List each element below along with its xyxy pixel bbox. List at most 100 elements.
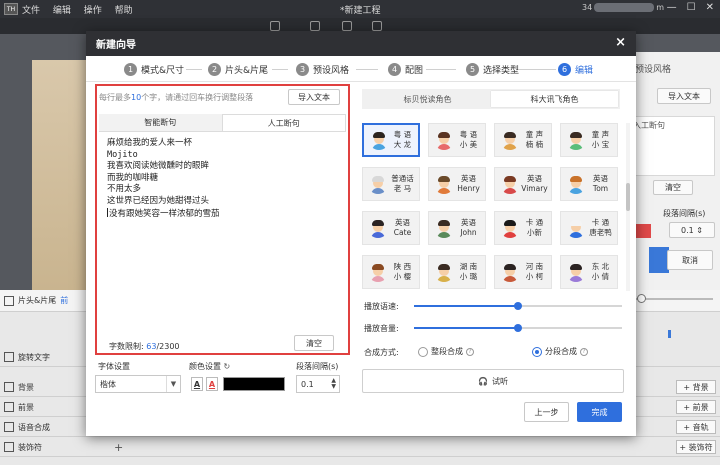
export-icon[interactable] bbox=[372, 21, 382, 31]
voice-card[interactable]: 粤 语大 龙 bbox=[362, 123, 420, 157]
sentence-break-tabs: 智能断句 人工断句 bbox=[99, 114, 346, 132]
voice-card[interactable]: 东 北小 倩 bbox=[560, 255, 618, 289]
text-icon bbox=[4, 352, 14, 362]
voice-card[interactable]: 陕 西小 樱 bbox=[362, 255, 420, 289]
voice-avatar-icon bbox=[500, 130, 520, 150]
timeline-head-label[interactable]: 片头&片尾前 bbox=[4, 295, 68, 306]
tab-biaobei-voices[interactable]: 标贝悦读角色 bbox=[364, 91, 491, 107]
panel-tab-preset-style[interactable]: 预设风格 bbox=[635, 62, 671, 75]
listen-button[interactable]: 🎧 试听 bbox=[362, 369, 624, 393]
step-preset-style[interactable]: 3 预设风格 bbox=[296, 63, 349, 76]
font-color-button[interactable]: A bbox=[191, 377, 203, 391]
step-images[interactable]: 4 配图 bbox=[388, 63, 423, 76]
voice-avatar-icon bbox=[434, 218, 454, 238]
open-icon[interactable] bbox=[310, 21, 320, 31]
maximize-icon[interactable]: ☐ bbox=[687, 2, 696, 13]
panel-clear-button[interactable]: 清空 bbox=[653, 180, 693, 195]
menu-operate[interactable]: 操作 bbox=[84, 6, 102, 16]
tab-iflytek-voices[interactable]: 科大讯飞角色 bbox=[491, 91, 618, 107]
voice-name: 英语 Cate bbox=[393, 218, 412, 237]
text-line: 而我的咖啡糖 bbox=[107, 172, 159, 183]
voice-card[interactable]: 湖 南小 璐 bbox=[428, 255, 486, 289]
text-color-swatch[interactable] bbox=[223, 377, 285, 391]
color-setting-label: 颜色设置 ↻ bbox=[189, 362, 231, 371]
voice-avatar-icon bbox=[368, 174, 388, 194]
voice-name: 英语 John bbox=[460, 218, 477, 237]
properties-panel: 预设风格 导入文本 入工断句 清空 段落间隔(s) 0.1 ⇕ 取消 bbox=[622, 52, 720, 292]
text-line: 我喜欢阅读她微醺时的眼眸 bbox=[107, 161, 210, 172]
paragraph-spacing-input[interactable]: 0.1 ▲ ▼ bbox=[296, 375, 340, 393]
panel-cancel-button[interactable]: 取消 bbox=[667, 250, 713, 270]
voice-name: 湖 南小 璐 bbox=[459, 262, 478, 281]
close-window-icon[interactable]: ✕ bbox=[706, 2, 714, 13]
voice-card[interactable]: 卡 通唐老鸭 bbox=[560, 211, 618, 245]
app-logo: TH bbox=[4, 3, 18, 15]
highlight-color-button[interactable]: A bbox=[206, 377, 218, 391]
voice-avatar-icon bbox=[566, 262, 586, 282]
panel-spacing-input[interactable]: 0.1 ⇕ bbox=[669, 222, 715, 238]
finish-button[interactable]: 完成 bbox=[577, 402, 622, 422]
add-foreground-button[interactable]: + 前景 bbox=[676, 400, 716, 414]
refresh-icon: ↻ bbox=[223, 362, 231, 371]
import-text-button[interactable]: 导入文本 bbox=[288, 89, 340, 105]
voice-card[interactable]: 英语 Vimary bbox=[494, 167, 552, 201]
step-intro-outro[interactable]: 2 片头&片尾 bbox=[208, 63, 268, 76]
menu-help[interactable]: 帮助 bbox=[115, 6, 133, 16]
panel-import-button[interactable]: 导入文本 bbox=[657, 88, 711, 104]
step-select-type[interactable]: 5 选择类型 bbox=[466, 63, 519, 76]
clear-text-button[interactable]: 清空 bbox=[294, 335, 334, 351]
tab-manual-break[interactable]: 人工断句 bbox=[221, 114, 346, 131]
step-edit[interactable]: 6 编辑 bbox=[558, 63, 593, 76]
timeline-zoom-knob[interactable] bbox=[637, 294, 646, 303]
step-mode-size[interactable]: 1 模式&尺寸 bbox=[124, 63, 184, 76]
radio-segment-synthesis[interactable]: 分段合成? bbox=[532, 346, 588, 357]
voice-card[interactable]: 英语 John bbox=[428, 211, 486, 245]
voice-card[interactable]: 河 南小 柯 bbox=[494, 255, 552, 289]
voice-card[interactable]: 英语 Tom bbox=[560, 167, 618, 201]
foreground-icon bbox=[4, 402, 14, 412]
voice-card[interactable]: 粤 语小 美 bbox=[428, 123, 486, 157]
voice-card[interactable]: 卡 通小新 bbox=[494, 211, 552, 245]
menu-file[interactable]: 文件 bbox=[22, 6, 40, 16]
volume-slider-knob[interactable] bbox=[514, 324, 522, 332]
account-info[interactable]: 34 m bbox=[582, 3, 664, 12]
font-select[interactable]: 楷体 ▼ bbox=[95, 375, 181, 393]
radio-whole-synthesis[interactable]: 整段合成? bbox=[418, 346, 474, 357]
voice-card[interactable]: 童 声小 宝 bbox=[560, 123, 618, 157]
add-audio-track-button[interactable]: + 音轨 bbox=[676, 420, 716, 434]
dialog-title: 新建向导 bbox=[96, 40, 136, 51]
voice-avatar-icon bbox=[434, 174, 454, 194]
text-line: 这世界已经因为她甜得过头 bbox=[107, 195, 210, 206]
add-track-plus-icon[interactable]: + bbox=[114, 441, 123, 454]
volume-slider[interactable] bbox=[414, 324, 622, 332]
panel-text-box[interactable]: 入工断句 bbox=[629, 116, 715, 176]
tab-smart-break[interactable]: 智能断句 bbox=[99, 114, 222, 131]
home-icon[interactable] bbox=[270, 21, 280, 31]
voice-provider-tabs: 标贝悦读角色 科大讯飞角色 bbox=[362, 89, 620, 109]
close-icon[interactable]: × bbox=[615, 35, 626, 50]
voice-name: 童 声楠 楠 bbox=[525, 130, 544, 149]
voice-avatar-icon bbox=[500, 174, 520, 194]
voice-avatar-icon bbox=[434, 130, 454, 150]
voice-name: 英语 Vimary bbox=[521, 174, 548, 193]
lyrics-textarea[interactable]: 麻烦给我的爱人来一杯 Mojito 我喜欢阅读她微醺时的眼眸 而我的咖啡糖 不用… bbox=[99, 134, 346, 319]
preview-image bbox=[32, 60, 88, 290]
track-decorator: 装饰符 + + 装饰符 bbox=[0, 438, 720, 457]
voice-avatar-icon bbox=[500, 218, 520, 238]
menu-edit[interactable]: 编辑 bbox=[53, 6, 71, 16]
voice-grid-scrollbar[interactable] bbox=[626, 123, 630, 291]
panel-confirm-button[interactable] bbox=[649, 247, 669, 273]
minimize-icon[interactable]: — bbox=[667, 2, 677, 13]
char-count: 字数限制: 63/2300 bbox=[109, 342, 180, 351]
speed-slider[interactable] bbox=[414, 302, 622, 310]
previous-step-button[interactable]: 上一步 bbox=[524, 402, 569, 422]
playhead[interactable] bbox=[668, 330, 671, 338]
voice-card[interactable]: 英语 Cate bbox=[362, 211, 420, 245]
speed-slider-knob[interactable] bbox=[514, 302, 522, 310]
add-background-button[interactable]: + 背景 bbox=[676, 380, 716, 394]
voice-card[interactable]: 英语 Henry bbox=[428, 167, 486, 201]
voice-card[interactable]: 普通话老 马 bbox=[362, 167, 420, 201]
save-icon[interactable] bbox=[342, 21, 352, 31]
voice-card[interactable]: 童 声楠 楠 bbox=[494, 123, 552, 157]
add-decorator-button[interactable]: + 装饰符 bbox=[676, 440, 716, 454]
